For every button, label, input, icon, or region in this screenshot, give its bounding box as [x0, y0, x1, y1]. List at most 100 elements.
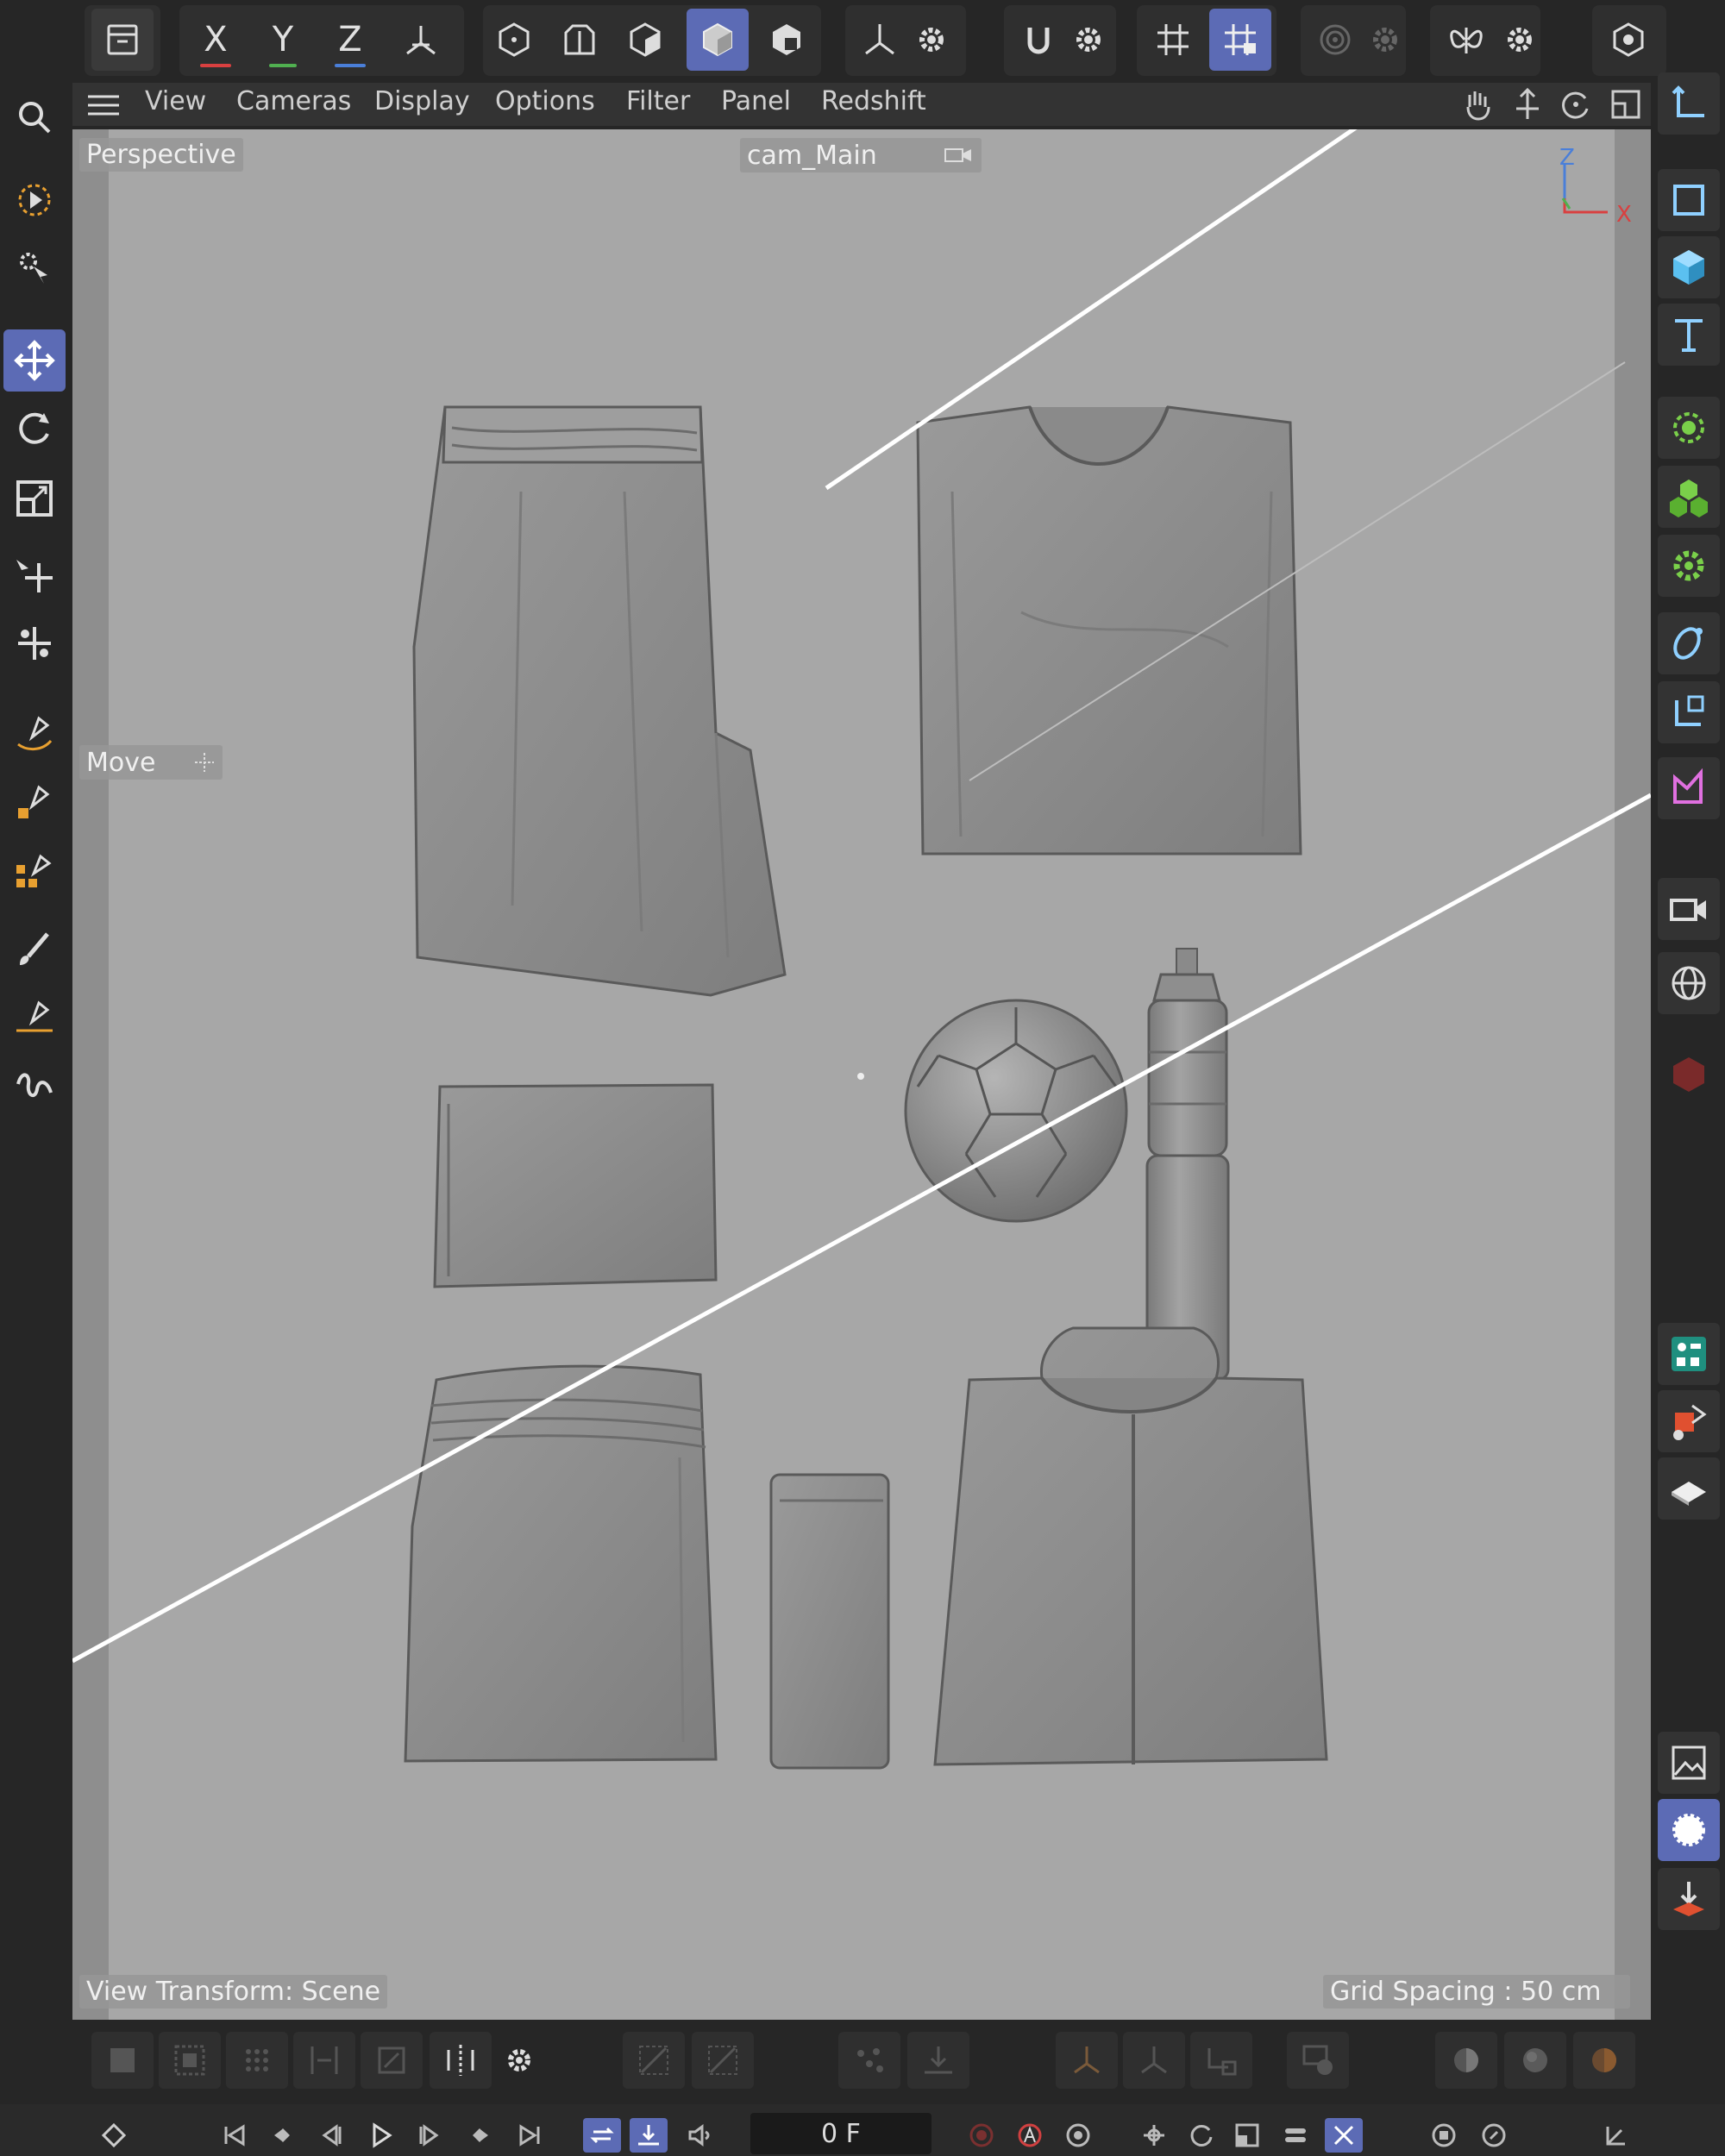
previous-key-button[interactable] — [264, 2118, 302, 2153]
goto-start-button[interactable] — [216, 2118, 254, 2153]
spline-points-button[interactable] — [3, 840, 66, 902]
menu-options[interactable]: Options — [495, 86, 595, 116]
mode-model-button[interactable] — [483, 9, 545, 71]
keyframe-selection-button[interactable] — [1059, 2118, 1097, 2153]
spline-sketch-button[interactable] — [3, 771, 66, 833]
viewport-3d[interactable]: Perspective cam_Main Move Z X View Trans… — [72, 129, 1651, 2020]
soft-selection-settings-button[interactable] — [1354, 9, 1416, 71]
placement-tool-button[interactable] — [3, 612, 66, 674]
timeline-expand-button[interactable] — [1597, 2118, 1635, 2153]
redshift-material-button[interactable] — [1573, 2032, 1635, 2089]
menu-panel[interactable]: Panel — [721, 86, 791, 116]
asset-browser-button[interactable] — [1658, 1323, 1720, 1385]
brush-tool-button[interactable] — [3, 918, 66, 980]
selection-tools-button[interactable] — [3, 236, 66, 298]
mode-edge-button[interactable] — [549, 9, 611, 71]
spline-arc-button[interactable] — [3, 987, 66, 1049]
spline-pen-button[interactable] — [3, 700, 66, 762]
axis-x-button[interactable]: X — [185, 9, 247, 71]
axis-tool-button[interactable] — [1056, 2032, 1118, 2089]
redshift-ipr-button[interactable] — [1435, 2032, 1497, 2089]
add-cloner-button[interactable] — [1658, 466, 1720, 528]
axis-alt-button[interactable] — [1123, 2032, 1185, 2089]
transform-tool-button[interactable] — [3, 547, 66, 609]
coordinate-system-button[interactable] — [390, 9, 452, 71]
maximize-view-button[interactable] — [1608, 86, 1644, 122]
menu-view[interactable]: View — [145, 86, 206, 116]
axis-z-button[interactable]: Z — [319, 9, 381, 71]
grid-snap-button[interactable] — [1142, 9, 1204, 71]
goto-end-button[interactable] — [511, 2118, 549, 2153]
key-scale-button[interactable] — [1228, 2118, 1266, 2153]
redshift-object-button[interactable] — [1658, 1044, 1720, 1106]
render-settings-button[interactable] — [1658, 1799, 1720, 1861]
motion-settings-button[interactable] — [1475, 2118, 1513, 2153]
workplane-settings-button[interactable] — [900, 9, 963, 71]
add-cube-button[interactable] — [1658, 236, 1720, 298]
add-generator-button[interactable] — [1658, 397, 1720, 459]
sound-button[interactable] — [681, 2118, 719, 2153]
scale-tool-button[interactable] — [3, 467, 66, 530]
symmetry-split-button[interactable] — [430, 2032, 492, 2089]
add-deformer-button[interactable] — [1658, 535, 1720, 597]
add-field-button[interactable] — [1658, 681, 1720, 743]
search-button[interactable] — [3, 86, 66, 148]
points-mode-button[interactable] — [226, 2032, 288, 2089]
mode-uv-button[interactable] — [756, 9, 818, 71]
model-mode-button[interactable] — [91, 2032, 154, 2089]
key-pla-button[interactable] — [1325, 2118, 1363, 2153]
loop-button[interactable] — [583, 2118, 621, 2153]
menu-redshift[interactable]: Redshift — [821, 86, 926, 116]
autokey-button[interactable] — [1011, 2118, 1049, 2153]
picture-viewer-button[interactable] — [1658, 1732, 1720, 1794]
floor-object-button[interactable] — [1658, 1457, 1720, 1520]
ring-select-button[interactable] — [692, 2032, 754, 2089]
redshift-render-button[interactable] — [1504, 2032, 1566, 2089]
add-bend-button[interactable] — [1658, 612, 1720, 674]
toolbar-undo-button[interactable] — [91, 9, 154, 71]
move-tool-button[interactable] — [3, 329, 66, 392]
menu-filter[interactable]: Filter — [626, 86, 690, 116]
key-rotation-button[interactable] — [1182, 2118, 1220, 2153]
next-key-button[interactable] — [461, 2118, 499, 2153]
snap-settings-button[interactable] — [1057, 9, 1120, 71]
mode-polygon-button[interactable] — [614, 9, 676, 71]
next-frame-button[interactable] — [411, 2118, 448, 2153]
key-position-button[interactable] — [1135, 2118, 1173, 2153]
workplane-align-button[interactable] — [361, 2032, 423, 2089]
pan-view-button[interactable] — [1459, 86, 1496, 122]
align-button[interactable] — [293, 2032, 355, 2089]
view-settings-button[interactable] — [1597, 9, 1659, 71]
grid-lock-button[interactable] — [1209, 9, 1271, 71]
menu-cameras[interactable]: Cameras — [236, 86, 351, 116]
motion-record-button[interactable] — [1425, 2118, 1463, 2153]
rotate-view-button[interactable] — [1558, 86, 1594, 122]
key-parameter-button[interactable] — [1276, 2118, 1314, 2153]
drop-to-floor-button[interactable] — [907, 2032, 969, 2089]
add-null-button[interactable] — [1658, 169, 1720, 231]
edge-loop-button[interactable] — [623, 2032, 685, 2089]
viewport-solo-button[interactable] — [1287, 2032, 1349, 2089]
keyframe-toggle-button[interactable] — [95, 2118, 133, 2153]
mode-object-button[interactable] — [687, 9, 749, 71]
texture-mode-button[interactable] — [159, 2032, 221, 2089]
material-swap-button[interactable] — [1658, 1390, 1720, 1452]
record-button[interactable] — [963, 2118, 1000, 2153]
bottom-settings-button[interactable] — [488, 2032, 550, 2089]
menu-display[interactable]: Display — [374, 86, 470, 116]
current-frame-field[interactable]: 0 F — [750, 2113, 932, 2154]
add-camera-button[interactable] — [1658, 878, 1720, 940]
scatter-button[interactable] — [838, 2032, 900, 2089]
axis-reset-button[interactable] — [1190, 2032, 1252, 2089]
axis-y-button[interactable]: Y — [252, 9, 314, 71]
add-spline-button[interactable] — [1658, 757, 1720, 819]
dolly-view-button[interactable] — [1509, 86, 1546, 122]
coordinate-manager-button[interactable] — [1658, 72, 1720, 135]
add-text-button[interactable] — [1658, 304, 1720, 366]
spline-smooth-button[interactable] — [3, 1057, 66, 1119]
render-to-picture-viewer-button[interactable] — [1658, 1868, 1720, 1930]
rotate-tool-button[interactable] — [3, 398, 66, 461]
add-sky-button[interactable] — [1658, 952, 1720, 1014]
viewport-hamburger-button[interactable] — [85, 90, 122, 121]
preview-range-button[interactable] — [630, 2118, 668, 2153]
